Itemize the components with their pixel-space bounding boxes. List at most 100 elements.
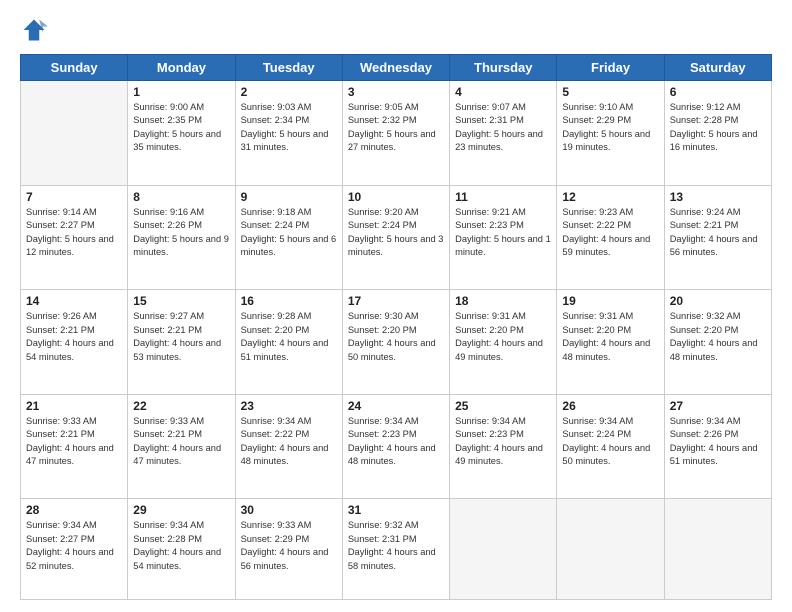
day-number: 18 — [455, 294, 551, 308]
day-info: Sunrise: 9:34 AM Sunset: 2:27 PM Dayligh… — [26, 519, 122, 573]
calendar-week-row: 21 Sunrise: 9:33 AM Sunset: 2:21 PM Dayli… — [21, 394, 772, 499]
day-info: Sunrise: 9:14 AM Sunset: 2:27 PM Dayligh… — [26, 206, 122, 260]
calendar-week-row: 28 Sunrise: 9:34 AM Sunset: 2:27 PM Dayli… — [21, 499, 772, 600]
calendar-cell: 18 Sunrise: 9:31 AM Sunset: 2:20 PM Dayli… — [450, 290, 557, 395]
calendar-cell: 11 Sunrise: 9:21 AM Sunset: 2:23 PM Dayli… — [450, 185, 557, 290]
calendar-cell: 8 Sunrise: 9:16 AM Sunset: 2:26 PM Daylig… — [128, 185, 235, 290]
day-info: Sunrise: 9:24 AM Sunset: 2:21 PM Dayligh… — [670, 206, 766, 260]
calendar-cell: 26 Sunrise: 9:34 AM Sunset: 2:24 PM Dayli… — [557, 394, 664, 499]
day-info: Sunrise: 9:00 AM Sunset: 2:35 PM Dayligh… — [133, 101, 229, 155]
calendar-cell: 16 Sunrise: 9:28 AM Sunset: 2:20 PM Dayli… — [235, 290, 342, 395]
day-info: Sunrise: 9:34 AM Sunset: 2:22 PM Dayligh… — [241, 415, 337, 469]
calendar-cell: 5 Sunrise: 9:10 AM Sunset: 2:29 PM Daylig… — [557, 81, 664, 186]
calendar-day-header: Monday — [128, 55, 235, 81]
day-number: 8 — [133, 190, 229, 204]
calendar-table: SundayMondayTuesdayWednesdayThursdayFrid… — [20, 54, 772, 600]
day-info: Sunrise: 9:33 AM Sunset: 2:21 PM Dayligh… — [26, 415, 122, 469]
day-info: Sunrise: 9:18 AM Sunset: 2:24 PM Dayligh… — [241, 206, 337, 260]
calendar-cell: 22 Sunrise: 9:33 AM Sunset: 2:21 PM Dayli… — [128, 394, 235, 499]
calendar-day-header: Wednesday — [342, 55, 449, 81]
calendar-cell — [664, 499, 771, 600]
calendar-cell: 14 Sunrise: 9:26 AM Sunset: 2:21 PM Dayli… — [21, 290, 128, 395]
day-info: Sunrise: 9:31 AM Sunset: 2:20 PM Dayligh… — [455, 310, 551, 364]
day-info: Sunrise: 9:03 AM Sunset: 2:34 PM Dayligh… — [241, 101, 337, 155]
day-number: 7 — [26, 190, 122, 204]
calendar-day-header: Saturday — [664, 55, 771, 81]
calendar-cell: 15 Sunrise: 9:27 AM Sunset: 2:21 PM Dayli… — [128, 290, 235, 395]
day-number: 3 — [348, 85, 444, 99]
day-info: Sunrise: 9:16 AM Sunset: 2:26 PM Dayligh… — [133, 206, 229, 260]
day-number: 26 — [562, 399, 658, 413]
calendar-cell — [21, 81, 128, 186]
calendar-cell: 12 Sunrise: 9:23 AM Sunset: 2:22 PM Dayli… — [557, 185, 664, 290]
day-number: 10 — [348, 190, 444, 204]
calendar-cell: 20 Sunrise: 9:32 AM Sunset: 2:20 PM Dayli… — [664, 290, 771, 395]
day-number: 31 — [348, 503, 444, 517]
day-info: Sunrise: 9:26 AM Sunset: 2:21 PM Dayligh… — [26, 310, 122, 364]
calendar-cell: 30Sunrise: 9:33 AM Sunset: 2:29 PM Dayli… — [235, 499, 342, 600]
calendar-header-row: SundayMondayTuesdayWednesdayThursdayFrid… — [21, 55, 772, 81]
day-info: Sunrise: 9:33 AM Sunset: 2:21 PM Dayligh… — [133, 415, 229, 469]
day-number: 17 — [348, 294, 444, 308]
calendar-cell — [557, 499, 664, 600]
calendar-cell: 28 Sunrise: 9:34 AM Sunset: 2:27 PM Dayli… — [21, 499, 128, 600]
day-info: Sunrise: 9:31 AM Sunset: 2:20 PM Dayligh… — [562, 310, 658, 364]
day-info: Sunrise: 9:07 AM Sunset: 2:31 PM Dayligh… — [455, 101, 551, 155]
day-info: Sunrise: 9:34 AM Sunset: 2:23 PM Dayligh… — [348, 415, 444, 469]
day-info: Sunrise: 9:32 AM Sunset: 2:31 PM Dayligh… — [348, 519, 444, 573]
day-number: 11 — [455, 190, 551, 204]
day-number: 22 — [133, 399, 229, 413]
day-number: 4 — [455, 85, 551, 99]
calendar-cell — [450, 499, 557, 600]
calendar-cell: 1 Sunrise: 9:00 AM Sunset: 2:35 PM Daylig… — [128, 81, 235, 186]
calendar-cell: 19 Sunrise: 9:31 AM Sunset: 2:20 PM Dayli… — [557, 290, 664, 395]
day-info: Sunrise: 9:32 AM Sunset: 2:20 PM Dayligh… — [670, 310, 766, 364]
calendar-cell: 27 Sunrise: 9:34 AM Sunset: 2:26 PM Dayli… — [664, 394, 771, 499]
day-number: 9 — [241, 190, 337, 204]
day-number: 1 — [133, 85, 229, 99]
logo-icon — [20, 16, 48, 44]
day-info: Sunrise: 9:23 AM Sunset: 2:22 PM Dayligh… — [562, 206, 658, 260]
day-info: Sunrise: 9:10 AM Sunset: 2:29 PM Dayligh… — [562, 101, 658, 155]
day-number: 15 — [133, 294, 229, 308]
day-info: Sunrise: 9:33 AM Sunset: 2:29 PM Dayligh… — [241, 519, 337, 573]
day-number: 28 — [26, 503, 122, 517]
day-number: 16 — [241, 294, 337, 308]
day-info: Sunrise: 9:05 AM Sunset: 2:32 PM Dayligh… — [348, 101, 444, 155]
day-number: 19 — [562, 294, 658, 308]
day-info: Sunrise: 9:20 AM Sunset: 2:24 PM Dayligh… — [348, 206, 444, 260]
day-number: 12 — [562, 190, 658, 204]
day-number: 6 — [670, 85, 766, 99]
day-info: Sunrise: 9:12 AM Sunset: 2:28 PM Dayligh… — [670, 101, 766, 155]
day-number: 27 — [670, 399, 766, 413]
day-number: 20 — [670, 294, 766, 308]
calendar-cell: 7 Sunrise: 9:14 AM Sunset: 2:27 PM Daylig… — [21, 185, 128, 290]
page: SundayMondayTuesdayWednesdayThursdayFrid… — [0, 0, 792, 612]
calendar-day-header: Sunday — [21, 55, 128, 81]
calendar-cell: 21 Sunrise: 9:33 AM Sunset: 2:21 PM Dayli… — [21, 394, 128, 499]
day-info: Sunrise: 9:30 AM Sunset: 2:20 PM Dayligh… — [348, 310, 444, 364]
day-info: Sunrise: 9:27 AM Sunset: 2:21 PM Dayligh… — [133, 310, 229, 364]
calendar-week-row: 1 Sunrise: 9:00 AM Sunset: 2:35 PM Daylig… — [21, 81, 772, 186]
calendar-cell: 29Sunrise: 9:34 AM Sunset: 2:28 PM Dayli… — [128, 499, 235, 600]
calendar-day-header: Tuesday — [235, 55, 342, 81]
day-number: 24 — [348, 399, 444, 413]
day-number: 23 — [241, 399, 337, 413]
calendar-cell: 23 Sunrise: 9:34 AM Sunset: 2:22 PM Dayli… — [235, 394, 342, 499]
calendar-cell: 24 Sunrise: 9:34 AM Sunset: 2:23 PM Dayli… — [342, 394, 449, 499]
day-info: Sunrise: 9:34 AM Sunset: 2:24 PM Dayligh… — [562, 415, 658, 469]
calendar-cell: 3 Sunrise: 9:05 AM Sunset: 2:32 PM Daylig… — [342, 81, 449, 186]
calendar-day-header: Thursday — [450, 55, 557, 81]
day-info: Sunrise: 9:28 AM Sunset: 2:20 PM Dayligh… — [241, 310, 337, 364]
day-info: Sunrise: 9:21 AM Sunset: 2:23 PM Dayligh… — [455, 206, 551, 260]
day-number: 5 — [562, 85, 658, 99]
header — [20, 16, 772, 44]
day-info: Sunrise: 9:34 AM Sunset: 2:23 PM Dayligh… — [455, 415, 551, 469]
calendar-day-header: Friday — [557, 55, 664, 81]
day-number: 21 — [26, 399, 122, 413]
calendar-cell: 2Sunrise: 9:03 AM Sunset: 2:34 PM Daylig… — [235, 81, 342, 186]
day-info: Sunrise: 9:34 AM Sunset: 2:26 PM Dayligh… — [670, 415, 766, 469]
calendar-cell: 17 Sunrise: 9:30 AM Sunset: 2:20 PM Dayli… — [342, 290, 449, 395]
day-number: 14 — [26, 294, 122, 308]
calendar-cell: 31 Sunrise: 9:32 AM Sunset: 2:31 PM Dayli… — [342, 499, 449, 600]
